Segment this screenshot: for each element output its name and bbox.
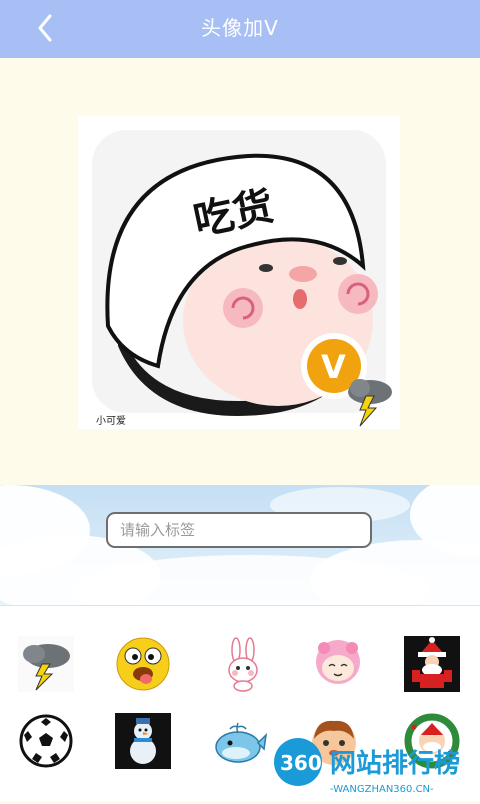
santa-icon[interactable] <box>404 636 460 692</box>
goofy-face-icon[interactable] <box>115 636 171 692</box>
avatar-preview[interactable]: 吃货 V 小可爱 <box>78 116 400 429</box>
thunder-cloud-icon[interactable] <box>18 636 74 692</box>
watermark-url: -WANGZHAN360.CN- <box>330 784 434 795</box>
page-title: 头像加V <box>201 16 279 40</box>
whale-icon[interactable] <box>212 713 268 769</box>
bunny-icon[interactable] <box>216 636 272 692</box>
v-badge-letter: V <box>321 348 346 386</box>
pink-hair-girl-icon[interactable] <box>310 636 366 692</box>
avatar-image: 吃货 V <box>92 130 392 427</box>
watermark: 360 网站排行榜 -WANGZHAN360.CN- <box>270 730 480 800</box>
snowman-icon[interactable] <box>115 713 171 769</box>
watermark-brand: 360 <box>280 751 322 775</box>
avatar-caption: 小可爱 <box>96 416 126 427</box>
watermark-name: 网站排行榜 <box>330 748 460 779</box>
soccer-ball-icon[interactable] <box>18 713 74 769</box>
title-bar: 头像加V <box>0 0 480 58</box>
tag-input[interactable] <box>106 512 372 548</box>
